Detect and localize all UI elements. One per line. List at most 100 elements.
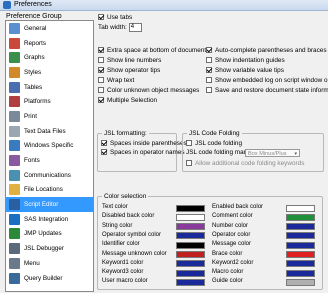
sidebar-item-communications[interactable]: Communications <box>6 168 93 183</box>
guide-color-label: Guide color <box>212 278 243 285</box>
jsl-formatting-group: JSL formatting: Spaces inside parenthese… <box>97 130 187 172</box>
operator-color-swatch[interactable] <box>286 232 315 240</box>
macro-color-swatch[interactable] <box>286 269 315 277</box>
allow-additional-keywords-checkbox[interactable] <box>186 160 192 167</box>
jsl-code-folding-group: JSL Code Folding JSL code folding JSL co… <box>182 130 324 172</box>
show-indentation-guides-checkbox[interactable] <box>206 57 212 64</box>
disabled-back-color-swatch[interactable] <box>176 213 205 221</box>
fonts-icon <box>9 155 20 167</box>
jsl-code-folding-marker-select[interactable]: Box Minus/Plus ▾ <box>245 149 300 157</box>
show-line-numbers-option[interactable]: Show line numbers <box>98 57 161 65</box>
jsl-code-folding-checkbox[interactable] <box>186 140 192 147</box>
user-macro-color-label: User macro color <box>102 278 148 285</box>
auto-complete-parentheses-and-braces-label: Auto-complete parentheses and braces <box>215 47 327 54</box>
sidebar-item-label: Text Data Files <box>24 127 66 135</box>
wrap-text-option[interactable]: Wrap text <box>98 77 134 85</box>
show-embedded-log-on-script-window-open-option[interactable]: Show embedded log on script window open <box>206 77 328 85</box>
message-color-swatch[interactable] <box>286 241 315 249</box>
spaces-in-operator-names-checkbox[interactable] <box>101 149 107 156</box>
multiple-selection-option[interactable]: Multiple Selection <box>98 97 157 105</box>
auto-complete-parentheses-and-braces-option[interactable]: Auto-complete parentheses and braces <box>206 47 327 55</box>
color-unknown-object-messages-option[interactable]: Color unknown object messages <box>98 87 199 95</box>
spaces-inside-parentheses-checkbox[interactable] <box>101 140 107 147</box>
chevron-down-icon: ▾ <box>294 151 297 157</box>
extra-space-at-bottom-of-document-checkbox[interactable] <box>98 47 104 54</box>
extra-space-at-bottom-of-document-option[interactable]: Extra space at bottom of document <box>98 47 206 55</box>
keyword2-color-swatch[interactable] <box>286 260 315 268</box>
text-data-files-icon <box>9 125 20 137</box>
string-color-swatch[interactable] <box>176 223 205 231</box>
sidebar-item-reports[interactable]: Reports <box>6 36 93 51</box>
sidebar-item-styles[interactable]: Styles <box>6 65 93 80</box>
show-variable-value-tips-checkbox[interactable] <box>206 67 212 74</box>
sidebar-item-graphs[interactable]: Graphs <box>6 50 93 65</box>
sidebar-item-jmp-updates[interactable]: JMP Updates <box>6 227 93 242</box>
show-embedded-log-on-script-window-open-checkbox[interactable] <box>206 77 212 84</box>
show-indentation-guides-option[interactable]: Show indentation guides <box>206 57 285 65</box>
enabled-back-color-swatch[interactable] <box>286 204 315 212</box>
sidebar-item-label: Fonts <box>24 157 40 165</box>
sidebar-item-platforms[interactable]: Platforms <box>6 94 93 109</box>
sidebar-item-tables[interactable]: Tables <box>6 80 93 95</box>
sidebar-item-label: Communications <box>24 171 71 179</box>
color-unknown-object-messages-checkbox[interactable] <box>98 87 104 94</box>
sidebar-item-file-locations[interactable]: File Locations <box>6 183 93 198</box>
auto-complete-parentheses-and-braces-checkbox[interactable] <box>206 47 212 54</box>
text-color-swatch[interactable] <box>176 204 205 212</box>
sidebar-item-label: Script Editor <box>24 201 59 209</box>
sidebar-item-label: Windows Specific <box>24 142 74 150</box>
sidebar-item-label: File Locations <box>24 186 63 194</box>
show-variable-value-tips-option[interactable]: Show variable value tips <box>206 67 284 75</box>
color-selection-group: Color selection Text color Enabled back c… <box>97 193 323 290</box>
sidebar-item-text-data-files[interactable]: Text Data Files <box>6 124 93 139</box>
sidebar-item-jsl-debugger[interactable]: JSL Debugger <box>6 241 93 256</box>
show-indentation-guides-label: Show indentation guides <box>215 57 285 64</box>
sidebar-item-script-editor[interactable]: Script Editor <box>6 197 93 212</box>
wrap-text-checkbox[interactable] <box>98 77 104 84</box>
show-embedded-log-on-script-window-open-label: Show embedded log on script window open <box>215 77 328 84</box>
comment-color-swatch[interactable] <box>286 213 315 221</box>
sidebar-item-label: Tables <box>24 83 43 91</box>
message-color-label: Message color <box>212 241 252 248</box>
save-and-restore-document-state-information-checkbox[interactable] <box>206 87 212 94</box>
print-icon <box>9 110 20 122</box>
sidebar-item-general[interactable]: General <box>6 21 93 36</box>
sas-integration-icon <box>9 213 20 225</box>
preference-group-list[interactable]: General Reports Graphs Styles Tables Platform… <box>5 20 94 292</box>
sidebar-item-windows-specific[interactable]: Windows Specific <box>6 139 93 154</box>
use-tabs-checkbox[interactable] <box>98 14 104 21</box>
tab-width-input[interactable]: 4 <box>128 23 142 32</box>
allow-additional-keywords-option[interactable]: Allow additional code folding keywords <box>186 160 304 168</box>
guide-color-swatch[interactable] <box>286 278 315 286</box>
sidebar-item-menu[interactable]: Menu <box>6 256 93 271</box>
title-bar: Preferences <box>0 0 328 11</box>
show-operator-tips-checkbox[interactable] <box>98 67 104 74</box>
save-and-restore-document-state-information-option[interactable]: Save and restore document state informat… <box>206 87 328 95</box>
sidebar-item-label: Menu <box>24 259 40 267</box>
number-color-swatch[interactable] <box>286 223 315 231</box>
spaces-inside-parentheses-option[interactable]: Spaces inside parentheses <box>101 140 187 148</box>
jsl-debugger-icon <box>9 243 20 255</box>
use-tabs-option[interactable]: Use tabs <box>98 14 132 22</box>
keyword1-color-swatch[interactable] <box>176 260 205 268</box>
multiple-selection-checkbox[interactable] <box>98 97 104 104</box>
keyword2-color-label: Keyword2 color <box>212 259 254 266</box>
message-unknown-color-swatch[interactable] <box>176 251 205 258</box>
sidebar-item-fonts[interactable]: Fonts <box>6 153 93 168</box>
sidebar-item-print[interactable]: Print <box>6 109 93 124</box>
spaces-in-operator-names-option[interactable]: Spaces in operator names <box>101 149 185 157</box>
enabled-back-color-label: Enabled back color <box>212 204 264 210</box>
user-macro-color-swatch[interactable] <box>176 278 205 286</box>
sidebar-item-query-builder[interactable]: Query Builder <box>6 271 93 286</box>
keyword3-color-swatch[interactable] <box>176 269 205 277</box>
wrap-text-label: Wrap text <box>107 77 135 84</box>
jsl-code-folding-option[interactable]: JSL code folding <box>186 140 242 148</box>
operator-symbol-color-swatch[interactable] <box>176 232 205 240</box>
script-editor-panel: Use tabs Tab width: 4 Extra space at bott… <box>96 12 328 290</box>
show-line-numbers-checkbox[interactable] <box>98 57 104 64</box>
sidebar-item-sas-integration[interactable]: SAS Integration <box>6 212 93 227</box>
brace-color-swatch[interactable] <box>286 251 315 258</box>
jmp-updates-icon <box>9 228 20 240</box>
show-operator-tips-option[interactable]: Show operator tips <box>98 67 160 75</box>
identifier-color-swatch[interactable] <box>176 241 205 249</box>
